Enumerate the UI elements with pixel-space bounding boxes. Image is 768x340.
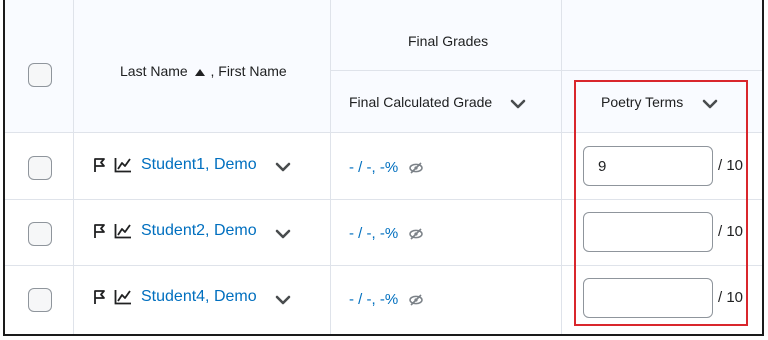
student-name-link[interactable]: Student4, Demo <box>141 288 257 306</box>
first-name-sort-link[interactable]: , First Name <box>210 63 286 79</box>
select-all-checkbox[interactable] <box>28 63 52 87</box>
row-select-checkbox[interactable] <box>28 156 52 180</box>
final-grade-link[interactable]: - / -, -% <box>349 291 398 308</box>
header-divider <box>330 70 762 71</box>
sort-ascending-icon <box>194 63 205 79</box>
progress-chart-icon[interactable] <box>114 223 132 239</box>
row-divider <box>5 132 762 133</box>
column-divider <box>561 0 562 334</box>
table-header <box>5 0 762 132</box>
name-column-header[interactable]: Last Name , First Name <box>120 63 287 81</box>
score-out-of: / 10 <box>718 289 744 306</box>
final-grades-header: Final Grades <box>408 33 489 49</box>
eye-hidden-icon <box>409 162 423 174</box>
student-name-link[interactable]: Student1, Demo <box>141 156 257 174</box>
row-divider <box>5 199 762 200</box>
eye-hidden-icon <box>409 228 423 240</box>
score-input[interactable] <box>583 278 713 318</box>
flag-icon[interactable] <box>93 157 107 173</box>
row-select-checkbox[interactable] <box>28 222 52 246</box>
chevron-down-icon[interactable] <box>275 161 291 173</box>
progress-chart-icon[interactable] <box>114 157 132 173</box>
chevron-down-icon[interactable] <box>275 294 291 306</box>
final-grade-link[interactable]: - / -, -% <box>349 159 398 176</box>
column-divider <box>73 0 74 334</box>
row-divider <box>5 265 762 266</box>
student-name-link[interactable]: Student2, Demo <box>141 222 257 240</box>
chevron-down-icon[interactable] <box>510 98 526 110</box>
final-calculated-grade-header[interactable]: Final Calculated Grade <box>349 94 492 110</box>
poetry-terms-header[interactable]: Poetry Terms <box>601 94 683 110</box>
column-divider <box>330 0 331 334</box>
eye-hidden-icon <box>409 294 423 306</box>
gradebook-table: Last Name , First Name Final Grades Fina… <box>3 0 764 336</box>
score-input[interactable] <box>583 212 713 252</box>
score-out-of: / 10 <box>718 223 744 240</box>
chevron-down-icon[interactable] <box>702 98 718 110</box>
final-grade-link[interactable]: - / -, -% <box>349 225 398 242</box>
row-select-checkbox[interactable] <box>28 288 52 312</box>
score-input[interactable] <box>583 146 713 186</box>
flag-icon[interactable] <box>93 289 107 305</box>
chevron-down-icon[interactable] <box>275 228 291 240</box>
last-name-sort-link[interactable]: Last Name <box>120 63 188 79</box>
flag-icon[interactable] <box>93 223 107 239</box>
progress-chart-icon[interactable] <box>114 289 132 305</box>
score-out-of: / 10 <box>718 157 744 174</box>
